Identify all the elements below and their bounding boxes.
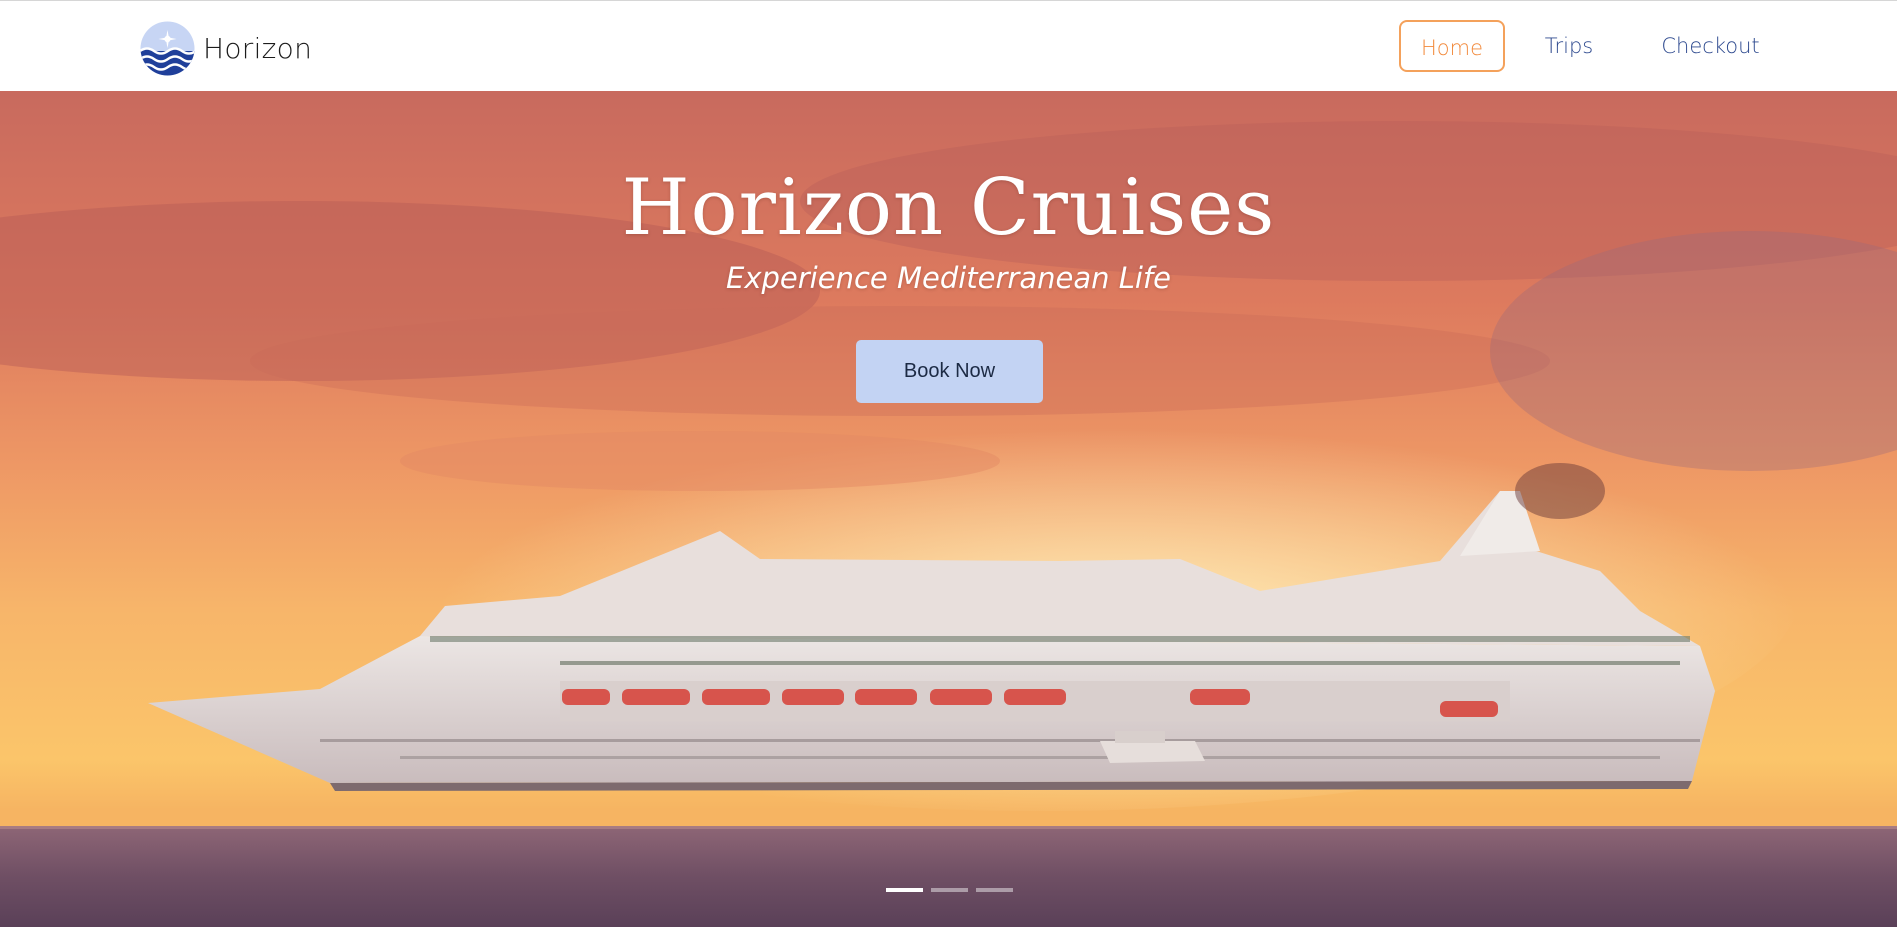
brand-name: Horizon: [203, 32, 313, 65]
brand-home-link[interactable]: Horizon: [140, 21, 312, 76]
hero-subtitle: Experience Mediterranean Life: [726, 261, 1171, 295]
sun-over-waves-logo-icon: [140, 21, 195, 76]
carousel-indicator-3[interactable]: [976, 888, 1013, 892]
nav-home-link[interactable]: Home: [1399, 20, 1505, 72]
top-navbar: Horizon Home Trips Checkout: [0, 0, 1897, 91]
hero-carousel: Horizon Cruises Experience Mediterranean…: [0, 91, 1897, 927]
carousel-indicator-2[interactable]: [931, 888, 968, 892]
carousel-indicator-1[interactable]: [886, 888, 923, 892]
hero-title: Horizon Cruises: [621, 163, 1276, 253]
book-now-button[interactable]: Book Now: [856, 340, 1043, 403]
nav-trips-link[interactable]: Trips: [1524, 20, 1614, 72]
nav-checkout-link[interactable]: Checkout: [1643, 20, 1778, 72]
